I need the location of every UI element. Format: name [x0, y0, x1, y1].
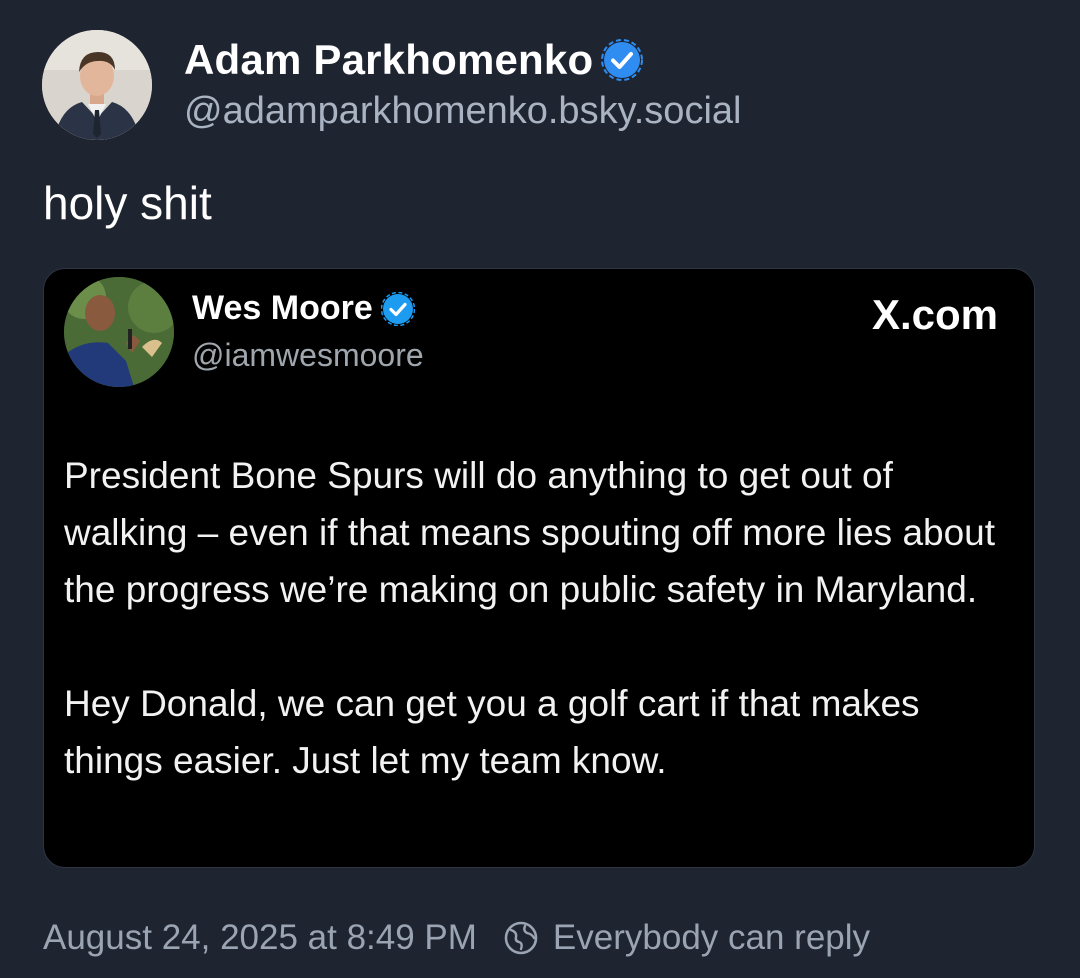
verified-check-icon [380, 291, 415, 326]
post-timestamp[interactable]: August 24, 2025 at 8:49 PM [43, 918, 477, 958]
author-display-name[interactable]: Adam Parkhomenko [184, 36, 593, 84]
author-avatar-image [42, 30, 152, 140]
quoted-post-paragraph: President Bone Spurs will do anything to… [64, 455, 996, 610]
quoted-post-paragraph: Hey Donald, we can get you a golf cart i… [64, 683, 920, 781]
quoted-avatar-image [64, 277, 174, 387]
embed-source-label[interactable]: X.com [872, 291, 998, 339]
quoted-author-avatar[interactable] [64, 277, 174, 387]
reply-setting-label[interactable]: Everybody can reply [553, 918, 870, 958]
author-meta: Adam Parkhomenko @adamparkhomenko.bsky.s… [184, 36, 741, 133]
quoted-author-handle[interactable]: @iamwesmoore [192, 337, 424, 374]
post-author: Adam Parkhomenko @adamparkhomenko.bsky.s… [42, 30, 741, 140]
author-handle[interactable]: @adamparkhomenko.bsky.social [184, 90, 741, 133]
quoted-author-display-name[interactable]: Wes Moore [192, 289, 373, 328]
post-text: holy shit [43, 177, 212, 229]
post-footer: August 24, 2025 at 8:49 PM Everybody can… [43, 918, 870, 958]
verified-check-icon [601, 39, 644, 81]
quoted-post-card[interactable]: Wes Moore @iamwesmoore X.com President B… [43, 268, 1035, 868]
globe-icon [504, 921, 538, 955]
quoted-author-name-row: Wes Moore [192, 289, 415, 328]
author-name-row: Adam Parkhomenko [184, 36, 741, 84]
author-avatar[interactable] [42, 30, 152, 140]
quoted-post-text: President Bone Spurs will do anything to… [64, 447, 1014, 789]
